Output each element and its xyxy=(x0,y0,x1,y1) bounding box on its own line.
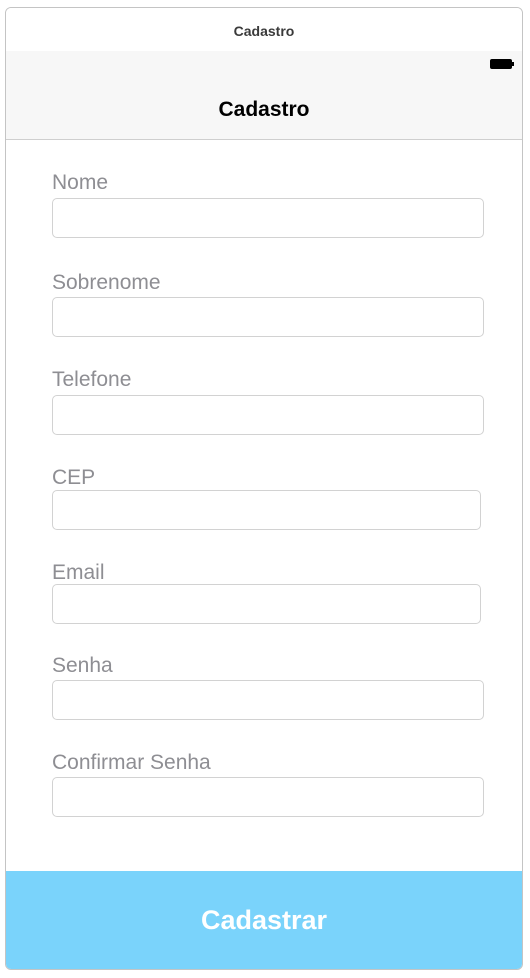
cep-label: CEP xyxy=(52,466,96,489)
sobrenome-label: Sobrenome xyxy=(52,271,161,294)
scene-title: Cadastro xyxy=(233,23,295,39)
confirmar-senha-label: Confirmar Senha xyxy=(52,751,211,774)
senha-field[interactable] xyxy=(52,680,484,720)
senha-label: Senha xyxy=(52,654,113,677)
confirmar-senha-field[interactable] xyxy=(52,777,484,817)
nav-title: Cadastro xyxy=(218,98,310,121)
email-label: Email xyxy=(52,561,105,584)
navigation-bar: Cadastro xyxy=(6,51,522,140)
storyboard-scene: Cadastro Cadastro Nome Sobrenome Telefon… xyxy=(5,7,523,970)
telefone-label: Telefone xyxy=(52,368,132,391)
telefone-field[interactable] xyxy=(52,395,484,435)
cadastrar-button[interactable]: Cadastrar xyxy=(6,871,522,969)
cep-field[interactable] xyxy=(52,490,481,530)
nome-field[interactable] xyxy=(52,198,484,238)
scene-title-bar: Cadastro xyxy=(6,8,522,52)
sobrenome-field[interactable] xyxy=(52,297,484,337)
nome-label: Nome xyxy=(52,171,109,194)
battery-icon xyxy=(490,59,514,69)
email-field[interactable] xyxy=(52,584,481,624)
